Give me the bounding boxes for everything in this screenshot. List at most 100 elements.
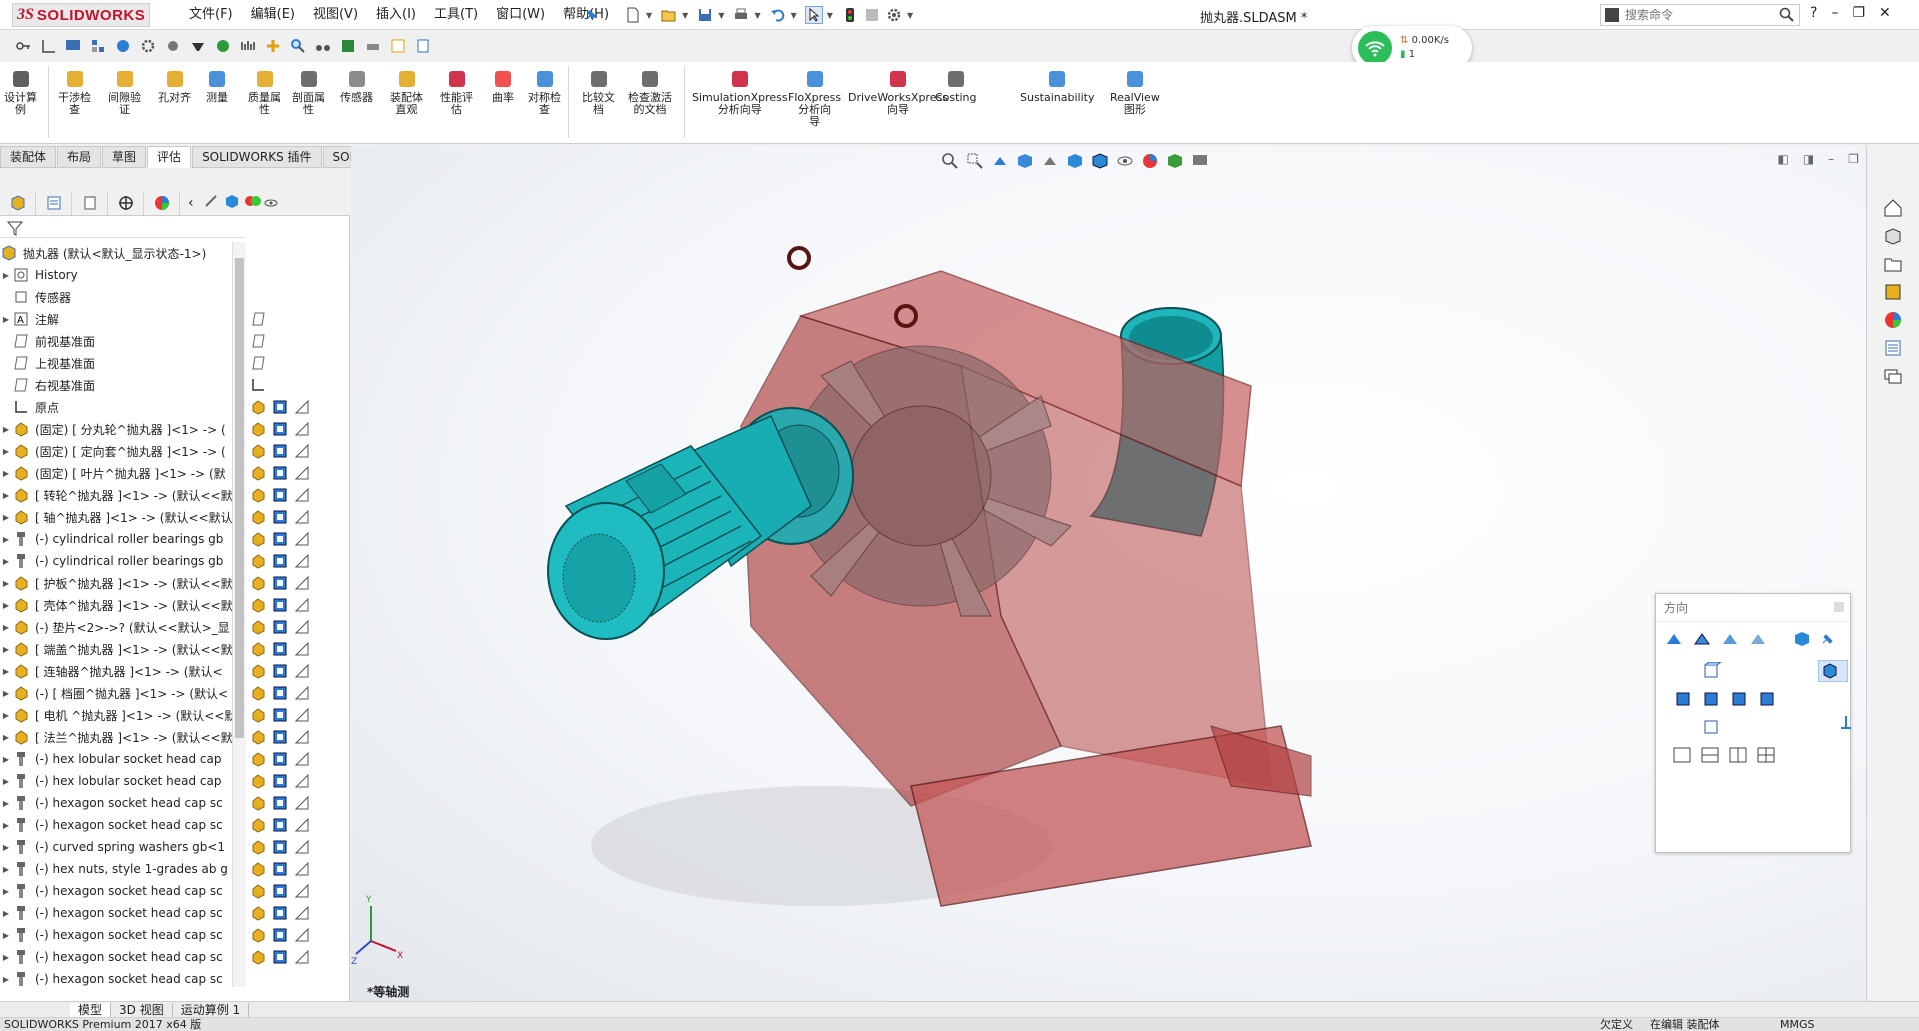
appearance-swatch-icon[interactable] <box>294 553 310 569</box>
expand-arrow-icon[interactable]: ▶ <box>0 931 12 940</box>
display-mode-icon[interactable] <box>272 597 288 613</box>
pin-orientation-icon[interactable] <box>1820 630 1836 648</box>
expand-arrow-icon[interactable]: ▶ <box>0 579 12 588</box>
menu-item[interactable]: 文件(F) <box>180 6 242 24</box>
tree-item[interactable]: ▶ [ 连轴器^抛丸器 ]<1> -> (默认< <box>0 660 240 682</box>
expand-arrow-icon[interactable]: ▶ <box>0 843 12 852</box>
select-cursor-icon[interactable] <box>804 6 823 24</box>
tree-item[interactable]: ▶ (-) hexagon socket head cap sc <box>0 968 240 990</box>
expand-arrow-icon[interactable]: ▶ <box>0 777 12 786</box>
display-mode-icon[interactable] <box>272 949 288 965</box>
tree-item[interactable]: ▶ (-) hexagon socket head cap sc <box>0 814 240 836</box>
appearance-swatch-icon[interactable] <box>294 795 310 811</box>
two-view-vertical-icon[interactable] <box>1728 746 1748 764</box>
tree-filter[interactable] <box>0 218 245 238</box>
menu-item[interactable]: 工具(T) <box>425 6 487 24</box>
filter-icon[interactable] <box>6 219 24 237</box>
display-mode-icon[interactable] <box>272 751 288 767</box>
tree-item[interactable]: ▶ (-) 垫片<2>->? (默认<<默认>_显 <box>0 616 240 638</box>
top-view-icon[interactable] <box>1702 662 1722 680</box>
expand-arrow-icon[interactable]: ▶ <box>0 909 12 918</box>
gear-assembly-icon[interactable] <box>164 37 182 55</box>
command-clearance[interactable]: 间隙验 证 <box>108 68 141 116</box>
menu-item[interactable]: 窗口(W) <box>487 6 554 24</box>
appearance-icon[interactable] <box>244 193 262 212</box>
display-mode-icon[interactable] <box>272 685 288 701</box>
back-view-icon[interactable] <box>1758 690 1778 708</box>
expand-arrow-icon[interactable]: ▶ <box>0 953 12 962</box>
tree-item[interactable]: ▶ [ 电机 ^抛丸器 ]<1> -> (默认<<默 <box>0 704 240 726</box>
tree-item[interactable]: ▶ (固定) [ 定向套^抛丸器 ]<1> -> ( <box>0 440 240 462</box>
tree-item[interactable]: 传感器 <box>0 286 240 308</box>
command-interference[interactable]: 干涉检 查 <box>58 68 91 116</box>
display-mode-icon[interactable] <box>272 795 288 811</box>
display-mode-icon[interactable] <box>272 707 288 723</box>
tree-item[interactable]: ▶ (固定) [ 分丸轮^抛丸器 ]<1> -> ( <box>0 418 240 440</box>
bottom-view-icon[interactable] <box>1702 718 1722 736</box>
component-state-icon[interactable] <box>250 729 266 745</box>
display-manager-tab-icon[interactable] <box>144 190 180 215</box>
command-curvature[interactable]: 曲率 <box>492 68 514 104</box>
settings-gear-icon[interactable] <box>139 37 157 55</box>
tree-item[interactable]: ▶ [ 护板^抛丸器 ]<1> -> (默认<<默 <box>0 572 240 594</box>
component-state-icon[interactable] <box>250 575 266 591</box>
appearance-swatch-icon[interactable] <box>294 399 310 415</box>
appearances-icon[interactable] <box>1883 310 1903 330</box>
expand-arrow-icon[interactable]: ▶ <box>0 513 12 522</box>
expand-arrow-icon[interactable]: ▶ <box>0 315 12 324</box>
tab-navigation-arrows[interactable] <box>0 1003 70 1017</box>
appearance-swatch-icon[interactable] <box>294 597 310 613</box>
command-mass-props[interactable]: 质量属 性 <box>248 68 281 116</box>
appearance-swatch-icon[interactable] <box>294 707 310 723</box>
appearance-swatch-icon[interactable] <box>294 421 310 437</box>
close-icon[interactable]: ✕ <box>1879 5 1891 21</box>
tree-item[interactable]: ▶ (-) hex lobular socket head cap <box>0 748 240 770</box>
front-view-icon[interactable] <box>1702 690 1722 708</box>
plane-visibility-icon[interactable] <box>250 355 266 371</box>
appearance-swatch-icon[interactable] <box>294 487 310 503</box>
view-orientation-icon[interactable] <box>224 193 240 212</box>
expand-arrow-icon[interactable]: ▶ <box>0 975 12 984</box>
component-state-icon[interactable] <box>250 531 266 547</box>
tree-item[interactable]: ▶ (-) hexagon socket head cap sc <box>0 946 240 968</box>
component-state-icon[interactable] <box>250 443 266 459</box>
collapse-chevron-icon[interactable]: ‹ <box>188 195 194 211</box>
tree-item[interactable]: ▶ (-) hexagon socket head cap sc <box>0 880 240 902</box>
tree-item[interactable]: ▶ (-) hexagon socket head cap sc <box>0 902 240 924</box>
restore-icon[interactable]: ❐ <box>1852 5 1865 21</box>
globe-icon[interactable] <box>114 37 132 55</box>
display-mode-icon[interactable] <box>272 839 288 855</box>
menu-item[interactable]: 编辑(E) <box>242 6 304 24</box>
chevron-down-icon[interactable]: ▼ <box>827 11 833 20</box>
appearance-swatch-icon[interactable] <box>294 751 310 767</box>
origin-visibility-icon[interactable] <box>250 377 266 393</box>
rebuild-icon[interactable] <box>863 6 881 24</box>
tree-item[interactable]: ▶ [ 转轮^抛丸器 ]<1> -> (默认<<默 <box>0 484 240 506</box>
left-view-icon[interactable] <box>1672 690 1692 708</box>
menu-item[interactable]: 插入(I) <box>367 6 425 24</box>
chevron-down-icon[interactable]: ▼ <box>718 11 724 20</box>
appearance-swatch-icon[interactable] <box>294 531 310 547</box>
appearance-swatch-icon[interactable] <box>294 905 310 921</box>
command-sensor[interactable]: 传感器 <box>340 68 373 104</box>
tree-item[interactable]: ▶ (-) hex nuts, style 1-grades ab g <box>0 858 240 880</box>
configuration-manager-tab-icon[interactable] <box>72 190 108 215</box>
right-view-icon[interactable] <box>1730 690 1750 708</box>
expand-arrow-icon[interactable]: ▶ <box>0 271 12 280</box>
command-measure[interactable]: 测量 <box>206 68 228 104</box>
reset-view-icon[interactable] <box>1748 630 1768 648</box>
component-state-icon[interactable] <box>250 949 266 965</box>
chevron-down-icon[interactable]: ▼ <box>646 11 652 20</box>
display-mode-icon[interactable] <box>272 861 288 877</box>
report-icon[interactable] <box>414 37 432 55</box>
plane-visibility-icon[interactable] <box>250 311 266 327</box>
tab-0[interactable]: 装配体 <box>0 146 57 168</box>
command-floxpress[interactable]: FloXpress 分析向 导 <box>788 68 841 128</box>
component-state-icon[interactable] <box>250 487 266 503</box>
tree-item[interactable]: ▶ [ 轴^抛丸器 ]<1> -> (默认<<默认 <box>0 506 240 528</box>
magnify-icon[interactable] <box>289 37 307 55</box>
open-folder-icon[interactable] <box>660 6 678 24</box>
display-mode-icon[interactable] <box>272 531 288 547</box>
component-state-icon[interactable] <box>250 839 266 855</box>
tree-item[interactable]: ▶ (-) [ 档圈^抛丸器 ]<1> -> (默认< <box>0 682 240 704</box>
